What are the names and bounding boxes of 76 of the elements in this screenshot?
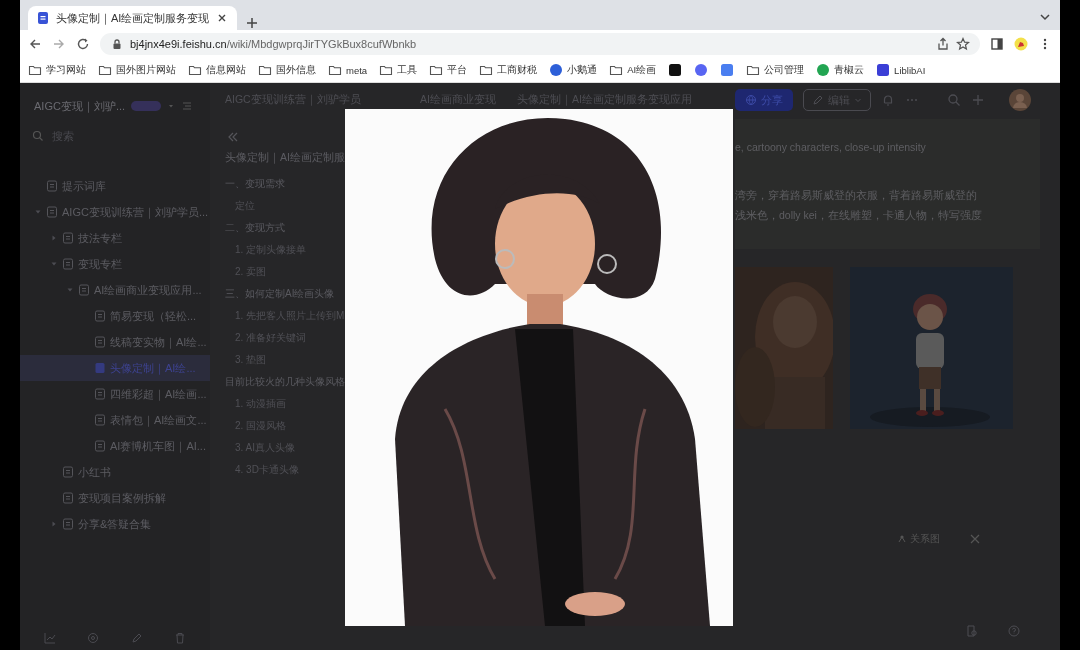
document-icon[interactable] xyxy=(966,625,978,637)
bell-icon[interactable] xyxy=(881,93,895,107)
document-icon xyxy=(46,180,58,192)
site-icon[interactable] xyxy=(668,63,683,77)
folder-icon xyxy=(746,63,761,77)
document-icon xyxy=(62,518,74,530)
site-icon xyxy=(876,63,891,77)
graph-icon xyxy=(897,534,907,544)
globe-icon xyxy=(745,94,757,106)
bookmark-link[interactable]: 公司管理 xyxy=(746,63,805,77)
bookmark-link[interactable]: 小鹅通 xyxy=(549,63,598,77)
caret-right-icon[interactable] xyxy=(50,234,58,242)
document-icon xyxy=(78,284,90,296)
folder-icon xyxy=(609,63,624,77)
document-icon xyxy=(62,232,74,244)
bookmark-link[interactable]: AI绘画 xyxy=(609,63,657,77)
plus-icon[interactable] xyxy=(971,93,985,107)
bookmark-link[interactable]: 工具 xyxy=(379,63,418,77)
document-icon xyxy=(46,206,58,218)
document-icon xyxy=(94,336,106,348)
folder-icon xyxy=(379,63,394,77)
tree-item[interactable]: 头像定制｜AI绘... xyxy=(20,355,210,381)
document-icon xyxy=(94,310,106,322)
bookmark-link[interactable]: LiblibAI xyxy=(876,63,926,77)
chart-icon[interactable] xyxy=(43,632,56,644)
caret-icon[interactable] xyxy=(167,102,176,110)
folder-icon xyxy=(28,63,42,77)
forward-icon[interactable] xyxy=(52,37,66,51)
caret-down-icon[interactable] xyxy=(50,260,58,268)
document-icon xyxy=(62,466,74,478)
folder-icon xyxy=(258,63,272,77)
side-panel-icon[interactable] xyxy=(990,37,1004,51)
document-icon xyxy=(94,414,106,426)
bookmark-link[interactable]: 工商财税 xyxy=(479,63,538,77)
bookmark-link[interactable]: 国外信息 xyxy=(258,63,316,77)
bookmark-link[interactable]: 平台 xyxy=(429,63,468,77)
search-icon xyxy=(32,130,44,142)
space-title[interactable]: AIGC变现｜刘驴... xyxy=(34,98,126,114)
document-icon xyxy=(94,388,106,400)
share-icon[interactable] xyxy=(936,37,950,51)
reload-icon[interactable] xyxy=(76,37,90,51)
edit-icon[interactable] xyxy=(130,632,143,644)
site-icon xyxy=(816,63,831,77)
folder-icon xyxy=(479,63,494,77)
browser-tab[interactable]: 头像定制｜AI绘画定制服务变现 xyxy=(28,6,238,30)
caret-right-icon[interactable] xyxy=(50,520,58,528)
folder-icon xyxy=(328,63,342,77)
document-icon xyxy=(62,492,74,504)
tag-badge xyxy=(131,101,162,111)
bookmark-link[interactable]: 国外图片网站 xyxy=(98,63,176,77)
document-icon xyxy=(36,11,50,25)
avatar-icon[interactable] xyxy=(1009,89,1031,111)
collapse-icon[interactable] xyxy=(181,100,194,112)
bookmark-link[interactable]: 信息网站 xyxy=(188,63,246,77)
folder-icon xyxy=(188,63,202,77)
new-tab-icon[interactable] xyxy=(245,16,260,30)
bookmark-link[interactable]: meta xyxy=(328,63,368,77)
caret-down-icon[interactable] xyxy=(34,208,42,216)
document-icon xyxy=(62,258,74,270)
settings-icon[interactable] xyxy=(87,632,100,644)
trash-icon[interactable] xyxy=(174,632,187,644)
document-icon xyxy=(94,362,106,374)
search-icon[interactable] xyxy=(947,93,961,107)
double-chevron-left-icon[interactable] xyxy=(227,131,239,143)
back-icon[interactable] xyxy=(28,37,42,51)
folder-icon xyxy=(98,63,112,77)
bookmark-link[interactable]: 学习网站 xyxy=(28,63,86,77)
site-icon xyxy=(549,63,564,77)
help-icon[interactable] xyxy=(1008,625,1020,637)
document-icon xyxy=(94,440,106,452)
extension-icon[interactable] xyxy=(1014,37,1028,51)
bookmark-link[interactable]: 青椒云 xyxy=(816,63,865,77)
star-icon[interactable] xyxy=(956,37,970,51)
folder-icon xyxy=(429,63,444,77)
pencil-icon xyxy=(812,94,824,106)
caret-down-icon[interactable] xyxy=(66,286,74,294)
